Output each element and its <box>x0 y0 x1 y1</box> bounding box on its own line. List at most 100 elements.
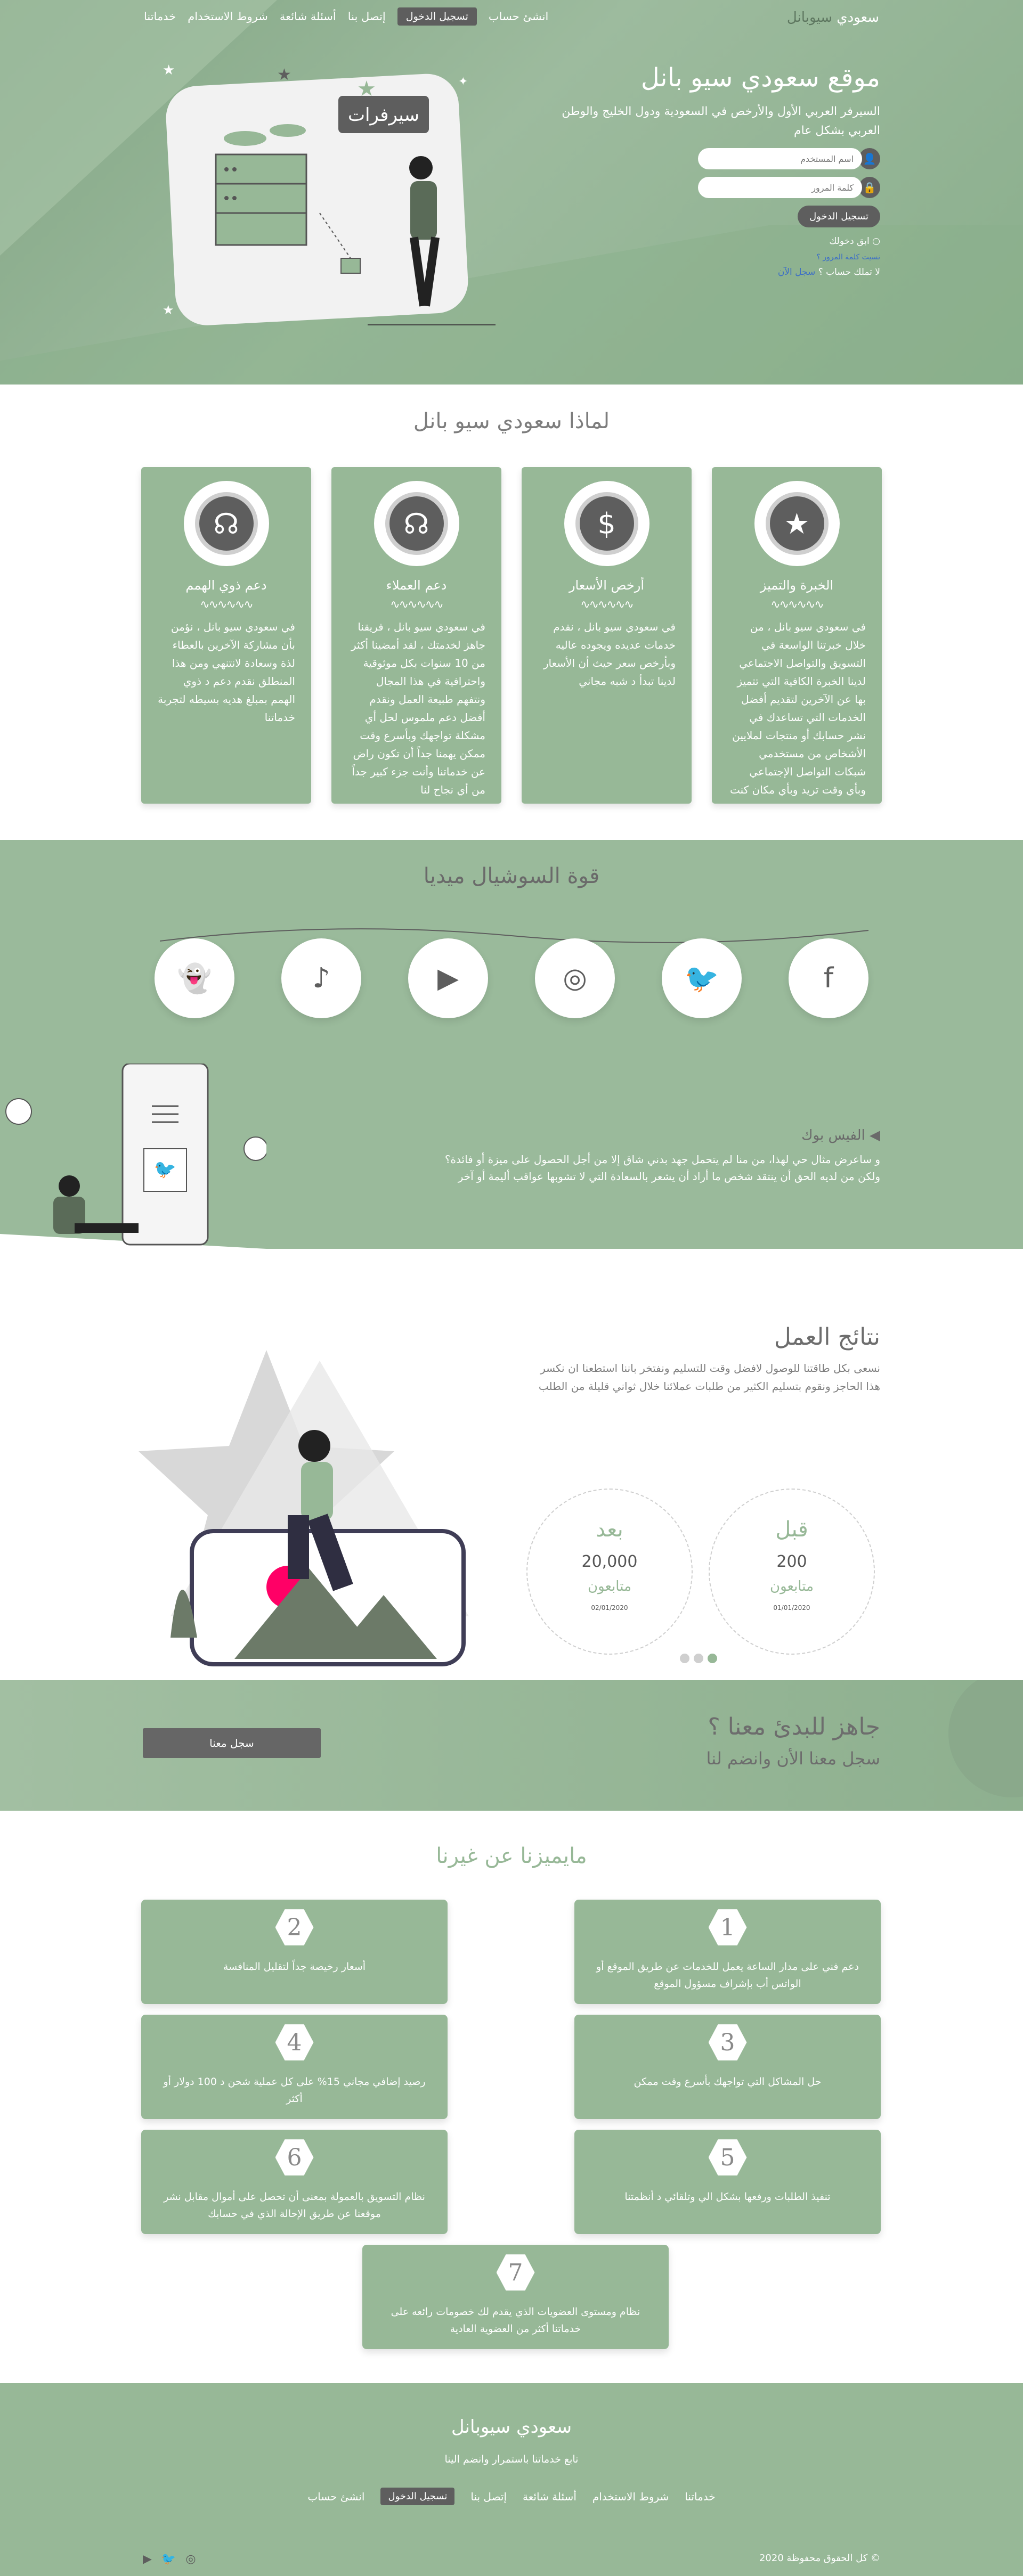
nav-signup-link[interactable]: انشئ حساب <box>489 10 548 23</box>
why-title: لماذا سعودي سيو بانل <box>413 409 610 434</box>
social-title: قوة السوشيال ميديا <box>423 864 600 888</box>
cta-subtitle: سجل معنا الأن وانضم لنا <box>706 1748 880 1769</box>
copyright: © كل الحقوق محفوظة 2020 <box>759 2553 880 2564</box>
card-title: الخبرة والتميز <box>760 578 834 593</box>
after-date: 02/01/2020 <box>591 1604 628 1612</box>
footer-signup-link[interactable]: انشئ حساب <box>307 2490 364 2503</box>
no-account-text: لا تملك حساب ؟ <box>818 267 880 277</box>
facebook-detail: ◀ الفيس بوك و ساعرض مثال حي لهذا، من منا… <box>422 1127 880 1185</box>
nav-link-terms[interactable]: شروط الاستخدام <box>188 10 268 23</box>
facebook-detail-title-text: الفيس بوك <box>801 1127 865 1143</box>
cta-register-button[interactable]: سجل معنا <box>143 1728 321 1758</box>
before-unit: متابعون <box>770 1579 814 1594</box>
svg-text:🐦: 🐦 <box>154 1159 176 1180</box>
carousel-dot-active[interactable] <box>708 1654 717 1663</box>
password-row: 🔒 <box>518 177 880 198</box>
hero-title: موقع سعودي سيو بانل <box>518 63 880 93</box>
after-title: بعد <box>596 1517 623 1542</box>
arrow-icon: ◀ <box>865 1127 880 1143</box>
phone-illustration: 🐦 <box>0 1064 266 1249</box>
footer-slogan: تابع خدماتنا باستمرار وانضم الينا <box>444 2454 579 2465</box>
login-button[interactable]: تسجيل الدخول <box>798 206 880 227</box>
features-section: مايميزنا عن غيرنا 1 دعم فني على مدار السا… <box>0 1811 1023 2383</box>
instagram-icon[interactable]: ◎ <box>185 2553 196 2566</box>
carousel-dot[interactable] <box>680 1654 689 1663</box>
hexagon-number: 3 <box>708 2024 747 2060</box>
footer-login-button[interactable]: تسجيل الدخول <box>380 2488 455 2505</box>
after-number: 20,000 <box>581 1552 638 1571</box>
nav-link-faq[interactable]: أسئلة شائعة <box>280 10 336 23</box>
hero-content: موقع سعودي سيو بانل السيرفر العربي الأول… <box>518 63 880 277</box>
card-text: في سعودي سيو بانل ، من خلال خبرتنا الواس… <box>730 620 866 796</box>
hero-title-b: سعودي سيو بانل <box>640 63 819 93</box>
register-link[interactable]: سجل الآن <box>778 267 815 277</box>
footer-menu: خدماتنا شروط الاستخدام أسئلة شائعة إتصل … <box>0 2488 1023 2505</box>
top-navbar: سعودي سيوبانل خدماتنا شروط الاستخدام أسئ… <box>0 0 1023 37</box>
feature-card-3: 3 حل المشاكل التي تواجهك بأسرع وقت ممكن <box>574 2015 881 2119</box>
snapchat-icon[interactable]: 👻 <box>155 938 234 1018</box>
wave-divider: ∿∿∿∿∿∿ <box>200 598 254 611</box>
facebook-detail-text: و ساعرض مثال حي لهذا، من منا لم يتحمل جه… <box>444 1153 880 1183</box>
feature-text: نظام ومستوى العضويات الذي يقدم لك خصومات… <box>391 2306 640 2335</box>
forgot-password-link[interactable]: نسيت كلمة المرور ؟ <box>518 253 880 261</box>
nav-link-contact[interactable]: إتصل بنا <box>348 10 386 23</box>
svg-text:★: ★ <box>277 66 291 84</box>
youtube-icon[interactable]: ▶ <box>408 938 488 1018</box>
feature-card-5: 5 تنفيذ الطلبات ورفعها بشكل الي وتلقائي د… <box>574 2130 881 2234</box>
hero-illustration: سيرفرات ★ ★ ★ ✦ ★ <box>155 53 496 330</box>
hexagon-number: 6 <box>275 2139 314 2176</box>
feature-card-6: 6 نظام التسويق بالعمولة بمعنى أن تحصل على… <box>141 2130 448 2234</box>
instagram-icon[interactable]: ◎ <box>535 938 615 1018</box>
remember-me[interactable]: ○ ابق دخولك <box>518 236 880 247</box>
logo-prefix: سعودي <box>837 10 879 26</box>
svg-text:★: ★ <box>163 302 174 317</box>
footer-logo[interactable]: سعودي سيوبانل <box>0 2416 1023 2438</box>
remember-label: ابق دخولك <box>829 236 870 247</box>
why-section: لماذا سعودي سيو بانل ★ الخبرة والتميز ∿∿… <box>0 385 1023 840</box>
card-title: دعم العملاء <box>386 578 447 593</box>
dollar-icon: $ <box>575 492 638 555</box>
feature-card-2: 2 أسعار رخيصة جداً لتقليل المنافسة <box>141 1900 448 2004</box>
hero-title-a: موقع <box>827 63 880 93</box>
headset-icon: ☊ <box>194 492 258 555</box>
twitter-icon[interactable]: 🐦 <box>161 2553 176 2566</box>
username-input[interactable] <box>698 148 862 169</box>
radio-icon[interactable]: ○ <box>872 236 880 247</box>
after-unit: متابعون <box>588 1579 631 1594</box>
carousel-dot[interactable] <box>694 1654 703 1663</box>
before-title: قبل <box>775 1517 808 1542</box>
footer-link-services[interactable]: خدماتنا <box>685 2490 715 2503</box>
hero-description: السيرفر العربي الأول والأرخص في السعودية… <box>562 105 880 137</box>
nav-login-button[interactable]: تسجيل الدخول <box>397 7 477 26</box>
why-card-special-needs: ☊ دعم ذوي الهمم ∿∿∿∿∿∿ في سعودي سيو بانل… <box>141 467 311 804</box>
site-logo[interactable]: سعودي سيوبانل <box>787 10 879 26</box>
features-title: مايميزنا عن غيرنا <box>436 1844 587 1868</box>
headset-icon: ☊ <box>385 492 448 555</box>
results-section: نتائج العمل نسعى بكل طاقتنا للوصول لافضل… <box>0 1249 1023 1680</box>
card-text: في سعودي سيو بانل ، نؤمن بأن مشاركة الآخ… <box>158 620 295 724</box>
feature-text: تنفيذ الطلبات ورفعها بشكل الي وتلقائي د … <box>624 2191 831 2203</box>
footer-social-icons: ▶ 🐦 ◎ <box>143 2553 196 2566</box>
social-icons: f 🐦 ◎ ▶ ♪ 👻 <box>155 938 868 1018</box>
youtube-icon[interactable]: ▶ <box>143 2553 152 2566</box>
password-input[interactable] <box>698 177 862 198</box>
facebook-detail-title: ◀ الفيس بوك <box>422 1127 880 1143</box>
hexagon-number: 5 <box>708 2139 747 2176</box>
nav-link-services[interactable]: خدماتنا <box>144 10 176 23</box>
footer-link-terms[interactable]: شروط الاستخدام <box>592 2490 669 2503</box>
facebook-icon[interactable]: f <box>789 938 868 1018</box>
after-card: بعد 20,000 متابعون 02/01/2020 <box>526 1489 693 1655</box>
why-cards: ★ الخبرة والتميز ∿∿∿∿∿∿ في سعودي سيو بان… <box>141 467 882 804</box>
feature-text: حل المشاكل التي تواجهك بأسرع وقت ممكن <box>634 2076 822 2088</box>
twitter-icon[interactable]: 🐦 <box>662 938 742 1018</box>
wave-divider: ∿∿∿∿∿∿ <box>580 598 634 611</box>
card-text: في سعودي سيو بانل ، نقدم خدمات عديده ويج… <box>543 620 676 688</box>
footer-link-faq[interactable]: أسئلة شائعة <box>523 2490 577 2503</box>
carousel-dots <box>680 1654 717 1663</box>
tiktok-icon[interactable]: ♪ <box>281 938 361 1018</box>
footer-link-contact[interactable]: إتصل بنا <box>470 2490 507 2503</box>
wave-divider: ∿∿∿∿∿∿ <box>390 598 444 611</box>
before-card: قبل 200 متابعون 01/01/2020 <box>709 1489 875 1655</box>
svg-text:✦: ✦ <box>458 75 468 88</box>
feature-text: أسعار رخيصة جداً لتقليل المنافسة <box>223 1961 366 1973</box>
